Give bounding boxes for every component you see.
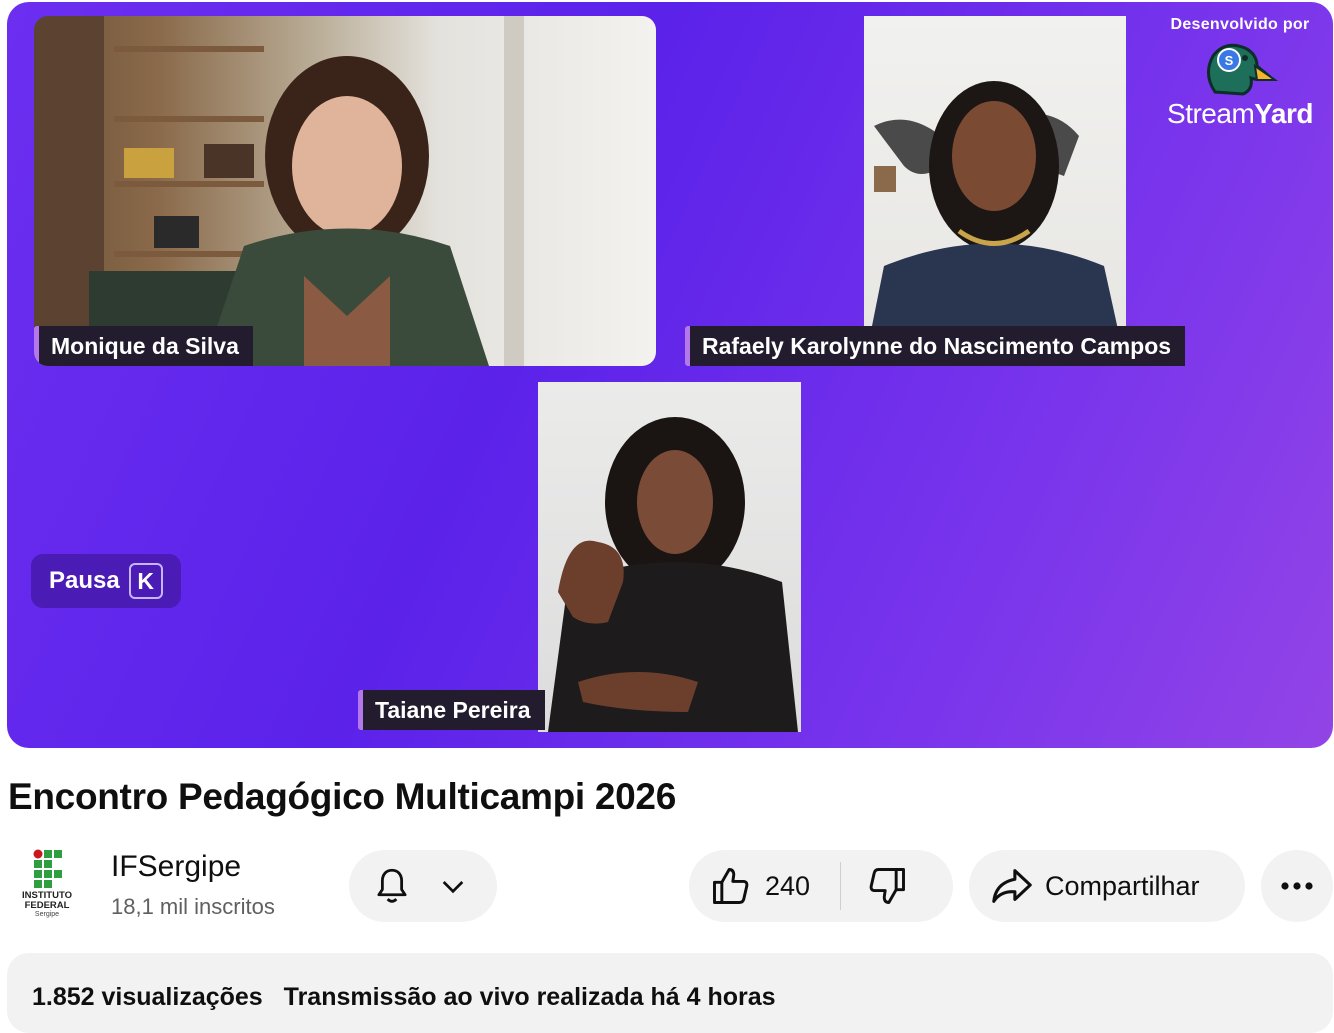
participant-nametag: Rafaely Karolynne do Nascimento Campos [685,326,1186,366]
channel-name[interactable]: IFSergipe [111,850,241,884]
logo-text-line: Sergipe [35,911,59,918]
notification-settings-button[interactable] [349,850,497,922]
participant-video-rafaely [864,16,1126,366]
participant-image [864,81,1126,366]
view-count: 1.852 visualizações [32,983,263,1011]
subscriber-count: 18,1 mil inscritos [111,894,275,919]
like-dislike-group: 240 [689,850,953,922]
pause-label: Pausa [49,567,120,594]
share-button[interactable]: Compartilhar [969,850,1245,922]
participant-image [548,417,798,732]
participant-name: Rafaely Karolynne do Nascimento Campos [702,333,1172,359]
streamyard-brand: StreamYard [1165,98,1315,130]
chevron-down-icon [442,881,464,894]
bell-icon [377,868,407,903]
svg-text:S: S [1225,53,1234,68]
share-icon [992,869,1032,903]
thumbs-up-icon[interactable] [709,864,753,908]
streamyard-duck-icon: S [1207,43,1279,96]
video-title: Encontro Pedagógico Multicampi 2026 [8,776,676,817]
participant-image [34,16,524,366]
thumbs-down-icon[interactable] [865,864,909,908]
pause-indicator[interactable]: Pausa K [31,554,181,608]
brand-bold: Yard [1254,98,1313,129]
brand-regular: Stream [1167,98,1255,129]
ifs-logo-icon: INSTITUTO FEDERAL Sergipe [22,849,72,918]
channel-avatar[interactable]: INSTITUTO FEDERAL Sergipe [16,848,78,922]
participant-nametag: Monique da Silva [34,326,253,366]
description-box[interactable]: 1.852 visualizações Transmissão ao vivo … [7,953,1333,1033]
like-count[interactable]: 240 [765,871,810,902]
pause-shortcut-key: K [128,563,163,599]
more-actions-button[interactable] [1261,850,1333,922]
participant-video-taiane [538,382,801,732]
share-label: Compartilhar [1045,870,1200,901]
video-player[interactable]: Monique da Silva Rafaely Karolynne do Na… [7,2,1333,748]
more-icon [1281,882,1313,890]
like-divider [840,862,842,910]
participant-nametag: Taiane Pereira [358,690,545,730]
participant-name: Monique da Silva [51,333,239,359]
stream-date: Transmissão ao vivo realizada há 4 horas [283,983,776,1011]
streamyard-watermark: Desenvolvido por S StreamYard [1165,16,1315,130]
participant-video-monique: Monique da Silva [34,16,656,366]
logo-text-line: FEDERAL [25,900,70,911]
participant-name: Taiane Pereira [375,697,531,723]
developed-by-label: Desenvolvido por [1170,16,1310,33]
